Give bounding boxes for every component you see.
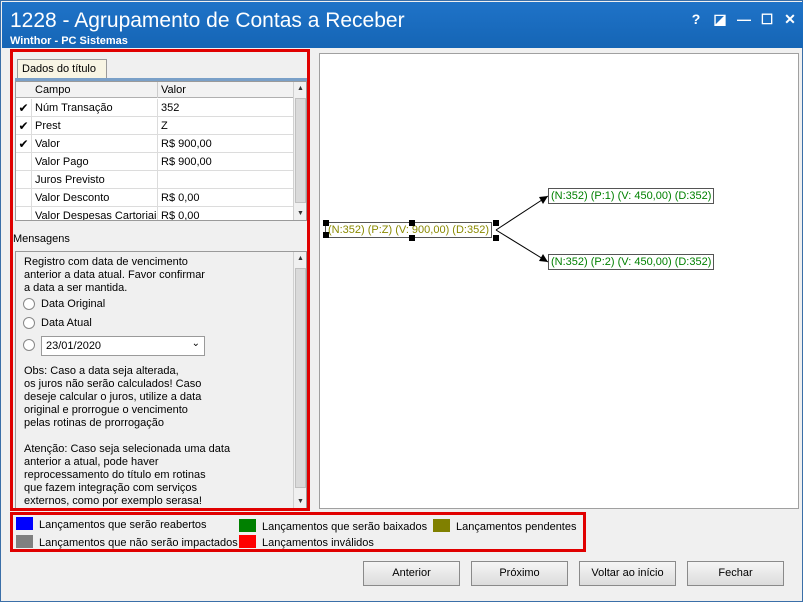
target-node-2[interactable]: (N:352) (P:2) (V: 450,00) (D:352) (548, 254, 715, 270)
diagram-lines (495, 195, 549, 263)
legend-swatch (433, 519, 450, 532)
legend-label: Lançamentos que serão baixados (262, 521, 428, 533)
next-button[interactable]: Próximo (471, 561, 568, 586)
legend-item-nao-impactados: Lançamentos que não serão impactados (16, 535, 238, 549)
legend-item-pendentes: Lançamentos pendentes (433, 519, 576, 533)
legend-item-invalidos: Lançamentos inválidos (239, 535, 374, 549)
highlight-box-left (10, 49, 310, 511)
diagram-canvas: (N:352) (P:Z) (V: 900,00) (D:352) (N:352… (319, 53, 799, 509)
legend-item-reabertos: Lançamentos que serão reabertos (16, 517, 207, 531)
legend-swatch (239, 519, 256, 532)
legend-label: Lançamentos que serão reabertos (39, 519, 207, 531)
close-button[interactable]: Fechar (687, 561, 784, 586)
back-to-start-button[interactable]: Voltar ao início (579, 561, 676, 586)
selection-handle[interactable] (323, 232, 329, 238)
target-node-1[interactable]: (N:352) (P:1) (V: 450,00) (D:352) (548, 188, 715, 204)
legend-label: Lançamentos pendentes (456, 521, 577, 533)
legend-label: Lançamentos inválidos (262, 537, 374, 549)
selection-handle[interactable] (493, 220, 499, 226)
arrow-head-icon (539, 196, 548, 204)
legend-swatch (239, 535, 256, 548)
legend-swatch (16, 517, 33, 530)
restore-icon[interactable]: ◪ (712, 11, 728, 27)
connector-line (495, 229, 549, 263)
minimize-icon[interactable]: — (736, 11, 752, 27)
selection-handle[interactable] (493, 235, 499, 241)
selection-handle[interactable] (409, 235, 415, 241)
arrow-head-icon (539, 254, 548, 262)
help-icon[interactable]: ? (688, 11, 704, 27)
window-subtitle: Winthor - PC Sistemas (10, 35, 128, 47)
app-window: 1228 - Agrupamento de Contas a Receber W… (0, 0, 803, 602)
legend: Lançamentos que serão reabertos Lançamen… (10, 512, 586, 552)
selection-handle[interactable] (409, 220, 415, 226)
legend-item-baixados: Lançamentos que serão baixados (239, 519, 427, 533)
title-bar: 1228 - Agrupamento de Contas a Receber W… (2, 2, 803, 48)
previous-button[interactable]: Anterior (363, 561, 460, 586)
close-icon[interactable]: ✕ (782, 11, 798, 27)
maximize-icon[interactable]: ☐ (759, 11, 775, 27)
window-title: 1228 - Agrupamento de Contas a Receber (10, 9, 405, 32)
connector-line (495, 195, 549, 231)
selection-handle[interactable] (323, 220, 329, 226)
legend-label: Lançamentos que não serão impactados (39, 537, 238, 549)
legend-swatch (16, 535, 33, 548)
